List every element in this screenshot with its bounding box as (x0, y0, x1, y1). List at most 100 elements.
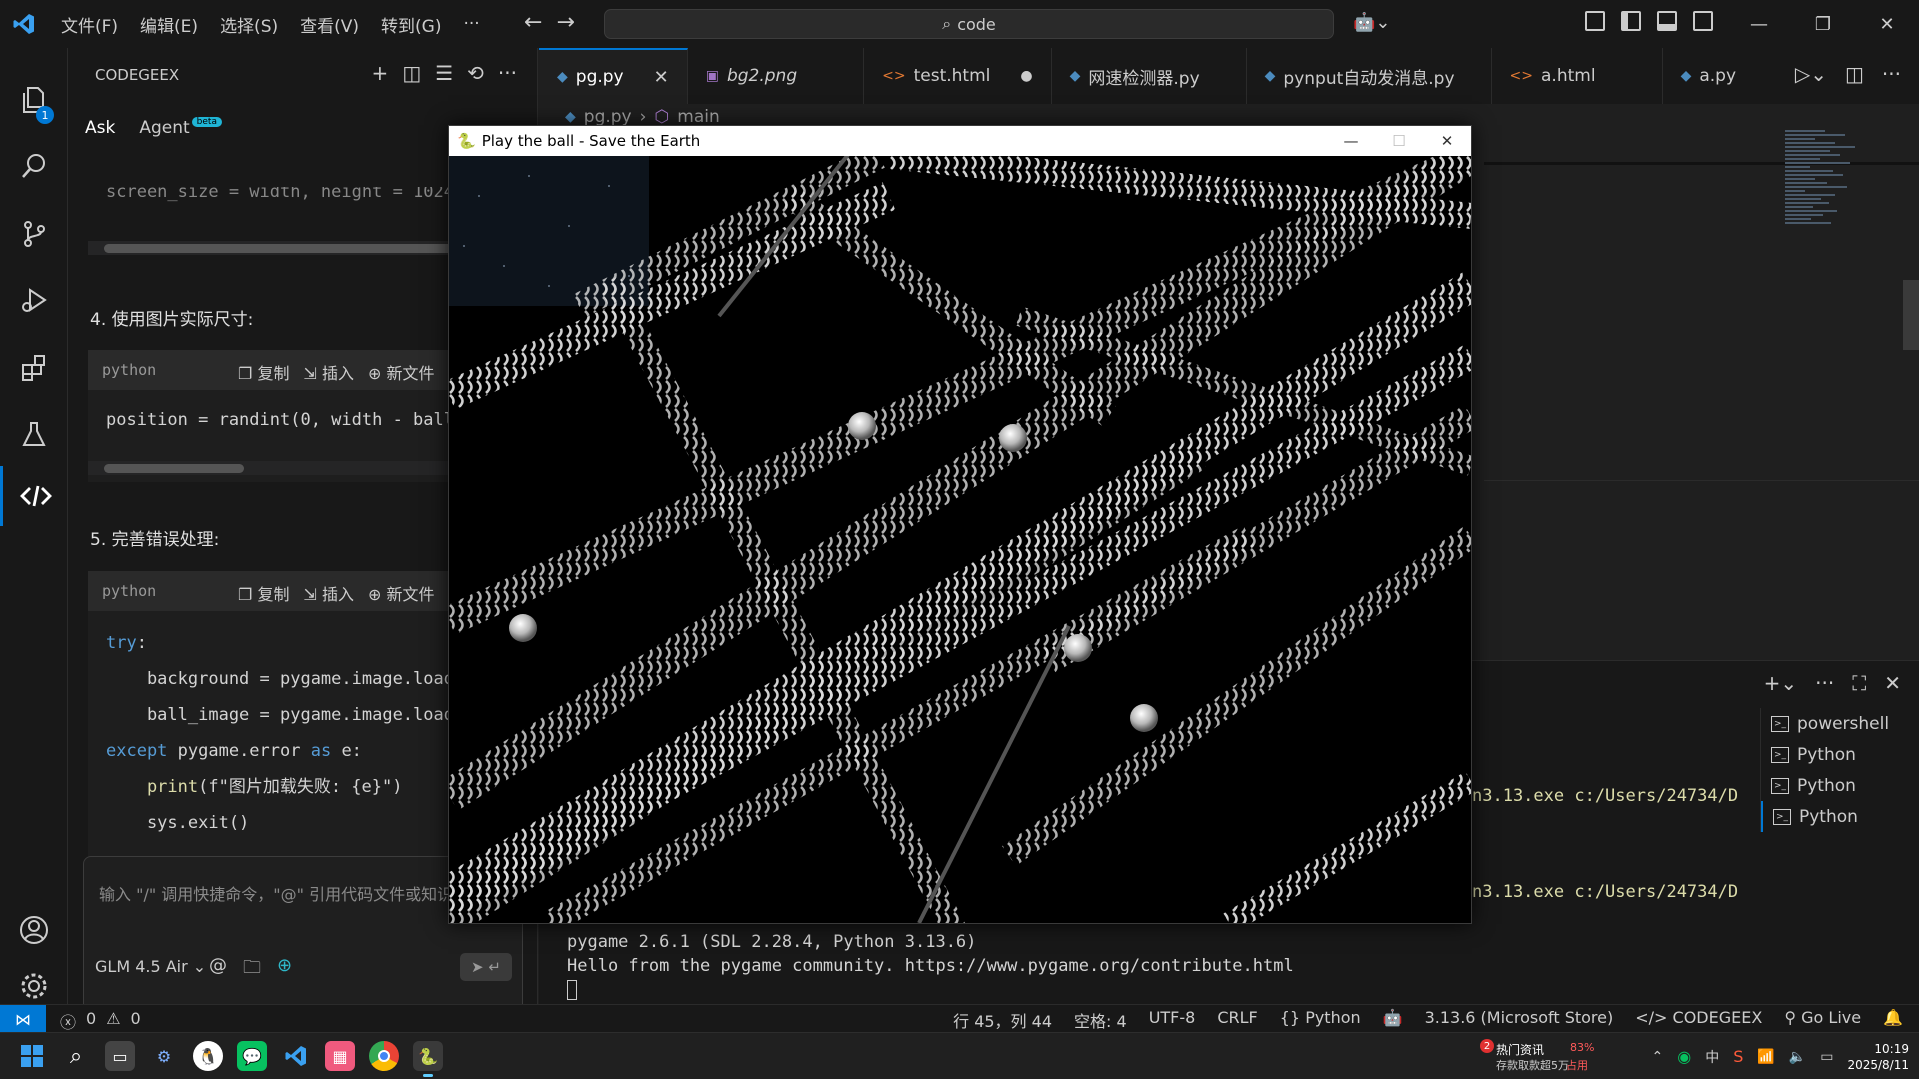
copy-button[interactable]: ❐ 复制 (238, 581, 289, 605)
new-chat-icon[interactable]: + (372, 61, 389, 85)
codegeex-icon[interactable] (0, 466, 68, 526)
problems-indicator[interactable]: ⓧ 0 ⚠ 0 (60, 1009, 141, 1033)
web-search-globe-icon[interactable]: ⊕ (277, 955, 292, 985)
clock[interactable]: 10:19 2025/8/11 (1847, 1041, 1909, 1073)
menu-selection[interactable]: 选择(S) (209, 12, 289, 37)
chevron-up-icon[interactable]: ⌃ (1652, 1049, 1664, 1065)
history-icon[interactable]: ⟲ (467, 61, 484, 85)
pygame-taskbar-icon[interactable]: 🐍 (413, 1041, 443, 1077)
new-terminal-icon[interactable]: +⌄ (1764, 671, 1798, 695)
restore-icon[interactable]: ❐ (1791, 0, 1855, 48)
python-interpreter[interactable]: 3.13.6 (Microsoft Store) (1425, 1008, 1614, 1032)
tab-test-html[interactable]: <> test.html ● (864, 48, 1052, 104)
breadcrumb-symbol[interactable]: main (677, 107, 719, 127)
tab-a-py[interactable]: ◆ a.py (1663, 48, 1754, 104)
minimize-icon[interactable]: — (1327, 126, 1375, 156)
send-button[interactable]: ➤ ↵ (460, 953, 512, 981)
minimap[interactable] (1785, 128, 1905, 328)
tab-ask[interactable]: Ask (85, 118, 115, 138)
run-debug-icon[interactable] (0, 270, 68, 330)
account-icon[interactable] (0, 900, 68, 960)
tab-a-html[interactable]: <> a.html (1492, 48, 1663, 104)
split-view-icon[interactable]: ◫ (402, 61, 421, 85)
go-live-button[interactable]: ⚲ Go Live (1784, 1008, 1861, 1032)
model-selector[interactable]: GLM 4.5 Air ⌄ (95, 957, 206, 976)
terminal-item-powershell[interactable]: >_ powershell (1761, 708, 1919, 739)
copilot-icon[interactable]: 🤖⌄ (1353, 12, 1391, 33)
news-widget[interactable]: 2 热门资讯 83% 存款取款超5万 占用 (1462, 1039, 1612, 1075)
language-mode[interactable]: {} Python (1280, 1008, 1361, 1032)
command-center-search[interactable]: ⌕ code (604, 9, 1334, 39)
qq-app-icon[interactable]: 🐧 (193, 1041, 223, 1071)
taskbar-search-icon[interactable]: ⌕ (61, 1041, 91, 1071)
back-arrow-icon[interactable]: ← (524, 10, 542, 35)
windows-start-icon[interactable] (17, 1041, 47, 1071)
forward-arrow-icon[interactable]: → (556, 10, 574, 35)
task-view-icon[interactable]: ▭ (105, 1041, 135, 1071)
tab-pg-py[interactable]: ◆ pg.py ✕ (539, 48, 688, 104)
wifi-icon[interactable]: 📶 (1757, 1049, 1774, 1065)
menu-file[interactable]: 文件(F) (50, 12, 129, 37)
wechat-tray-icon[interactable]: ◉ (1677, 1047, 1691, 1066)
close-panel-icon[interactable]: ✕ (1884, 671, 1901, 695)
customize-layout-icon[interactable] (1585, 11, 1605, 31)
terminal-item-python[interactable]: >_ Python (1761, 770, 1919, 801)
tab-speed-test-py[interactable]: ◆ 网速检测器.py (1052, 48, 1247, 104)
tab-agent[interactable]: Agent beta (139, 117, 222, 138)
ime-indicator[interactable]: 中 (1705, 1047, 1719, 1067)
source-control-icon[interactable] (0, 204, 68, 264)
toggle-secondary-sidebar-icon[interactable] (1693, 11, 1713, 31)
menu-go[interactable]: 转到(G) (370, 12, 452, 37)
more-actions-icon[interactable]: ··· (498, 61, 517, 85)
music-app-icon[interactable]: ▦ (325, 1041, 355, 1071)
terminal-item-python[interactable]: >_ Python (1761, 801, 1919, 832)
new-file-button[interactable]: ⊕ 新文件 (368, 581, 435, 605)
copy-button[interactable]: ❐ 复制 (238, 360, 289, 384)
more-actions-icon[interactable]: ··· (1815, 671, 1834, 695)
breadcrumb-file[interactable]: pg.py (584, 107, 632, 127)
menu-view[interactable]: 查看(V) (289, 12, 370, 37)
codegeex-status[interactable]: </> CODEGEEX (1635, 1008, 1762, 1032)
line-endings[interactable]: CRLF (1217, 1008, 1257, 1032)
search-view-icon[interactable] (0, 136, 68, 196)
chrome-app-icon[interactable] (369, 1041, 399, 1071)
settings-app-icon[interactable]: ⚙ (149, 1041, 179, 1071)
vscode-taskbar-icon[interactable] (281, 1041, 311, 1071)
toggle-panel-icon[interactable] (1657, 11, 1677, 31)
game-canvas[interactable] (449, 156, 1471, 923)
pygame-window[interactable]: 🐍 Play the ball - Save the Earth — ☐ ✕ (448, 125, 1472, 924)
close-icon[interactable]: ✕ (1855, 0, 1919, 48)
encoding[interactable]: UTF-8 (1149, 1008, 1196, 1032)
tab-pynput-py[interactable]: ◆ pynput自动发消息.py (1247, 48, 1492, 104)
battery-icon[interactable]: ▭ (1820, 1049, 1833, 1065)
sogou-tray-icon[interactable]: S (1733, 1047, 1743, 1066)
menu-more[interactable]: ··· (452, 14, 490, 34)
attach-file-icon[interactable]: 🗀 (243, 955, 261, 985)
explorer-icon[interactable]: 1 (0, 70, 68, 130)
pygame-title-bar[interactable]: 🐍 Play the ball - Save the Earth — ☐ ✕ (449, 126, 1471, 156)
extensions-icon[interactable] (0, 338, 68, 398)
insert-button[interactable]: ⇲ 插入 (303, 360, 354, 384)
minimize-icon[interactable]: — (1727, 0, 1791, 48)
terminal-item-python[interactable]: >_ Python (1761, 739, 1919, 770)
wechat-app-icon[interactable]: 💬 (237, 1041, 267, 1071)
testing-flask-icon[interactable] (0, 404, 68, 464)
maximize-icon[interactable]: ☐ (1375, 126, 1423, 156)
run-icon[interactable]: ▷⌄ (1795, 62, 1827, 86)
cursor-position[interactable]: 行 45，列 44 (953, 1008, 1052, 1032)
split-editor-icon[interactable]: ◫ (1845, 62, 1864, 86)
toggle-sidebar-icon[interactable] (1621, 11, 1641, 31)
close-icon[interactable]: ✕ (1423, 126, 1471, 156)
more-actions-icon[interactable]: ··· (1882, 62, 1901, 86)
editor-scrollbar[interactable] (1903, 280, 1919, 350)
notifications-bell-icon[interactable]: 🔔 (1883, 1008, 1903, 1032)
tab-bg2-png[interactable]: ▣ bg2.png (688, 48, 865, 104)
menu-edit[interactable]: 编辑(E) (129, 12, 209, 37)
volume-icon[interactable]: 🔈 (1789, 1049, 1806, 1065)
indentation[interactable]: 空格: 4 (1074, 1008, 1127, 1032)
mention-icon[interactable]: @ (209, 955, 227, 985)
remote-icon[interactable]: ⋈ (0, 1005, 46, 1033)
new-file-button[interactable]: ⊕ 新文件 (368, 360, 435, 384)
maximize-panel-icon[interactable]: ⛶ (1852, 671, 1866, 695)
copilot-status-icon[interactable]: 🤖 (1383, 1008, 1403, 1032)
